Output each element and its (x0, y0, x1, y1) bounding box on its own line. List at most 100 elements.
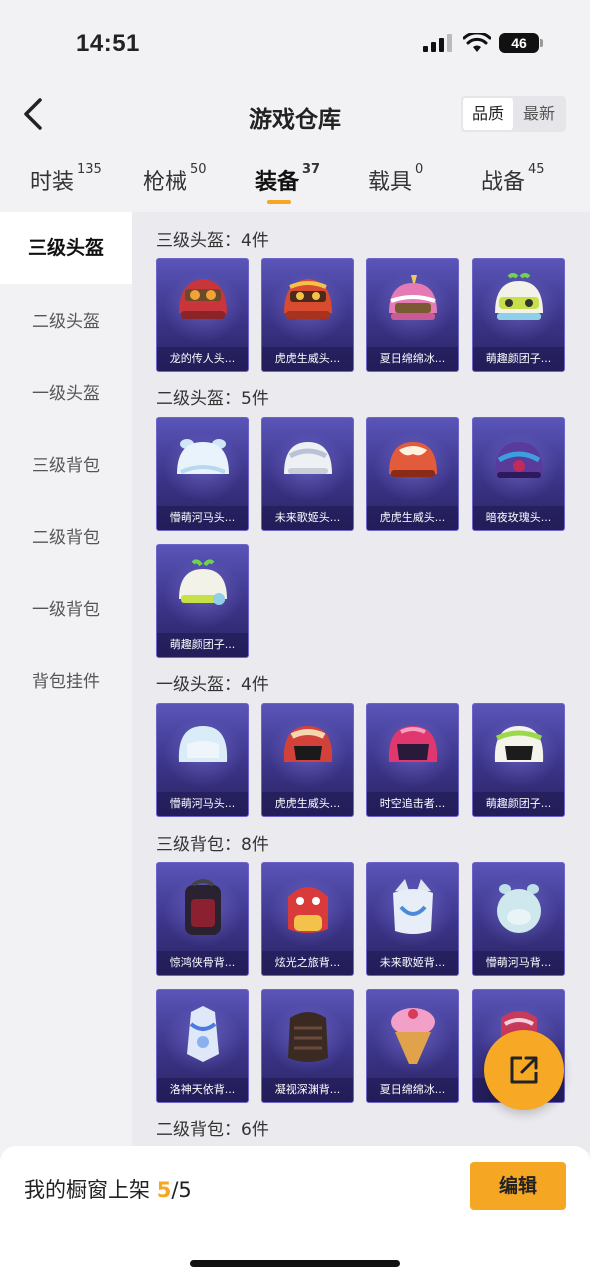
sidebar-item-level1-helmet[interactable]: 一级头盔 (0, 358, 132, 430)
tab-label: 枪械 (143, 170, 188, 195)
tab-fashion[interactable]: 时装135 (30, 162, 102, 196)
backpack-icon (393, 879, 433, 934)
item-card[interactable]: 虎虎生威头... (366, 417, 459, 531)
wifi-icon (463, 33, 491, 52)
item-card[interactable]: 夏日绵绵冰... (366, 258, 459, 372)
backpack-icon (391, 1008, 435, 1064)
item-card[interactable]: 凝视深渊背... (261, 989, 354, 1103)
item-name: 虎虎生威头... (367, 506, 458, 530)
item-name: 未来歌姬背... (367, 951, 458, 975)
item-card[interactable]: 未来歌姬头... (261, 417, 354, 531)
helmet-icon (389, 275, 437, 320)
section-title: 二级头盔：5件 (156, 389, 269, 409)
showcase-label: 我的橱窗上架 (24, 1178, 150, 1202)
active-tab-indicator (267, 200, 291, 204)
helmet-icon (389, 442, 437, 477)
helmet-icon (283, 726, 333, 762)
item-card[interactable]: 虎虎生威头... (261, 703, 354, 817)
clock: 14:51 (76, 30, 140, 57)
item-name: 懵萌河马头... (157, 792, 248, 816)
tab-supplies[interactable]: 战备45 (481, 162, 545, 196)
item-name: 夏日绵绵冰... (367, 1078, 458, 1102)
item-card[interactable]: 懵萌河马背... (472, 862, 565, 976)
sort-newest-button[interactable]: 最新 (514, 98, 564, 130)
item-card[interactable]: 懵萌河马头... (156, 703, 249, 817)
item-name: 夏日绵绵冰... (367, 347, 458, 371)
item-name: 未来歌姬头... (262, 506, 353, 530)
sort-toggle: 品质 最新 (461, 96, 566, 132)
item-card[interactable]: 惊鸿侠骨背... (156, 862, 249, 976)
backpack-icon (288, 887, 328, 933)
item-card[interactable]: 夏日绵绵冰... (366, 989, 459, 1103)
item-name: 凝视深渊背... (262, 1078, 353, 1102)
edit-button[interactable]: 编辑 (470, 1162, 566, 1210)
sidebar-item-level2-backpack[interactable]: 二级背包 (0, 502, 132, 574)
status-bar: 14:51 46 (0, 0, 590, 88)
tab-count: 50 (190, 162, 207, 177)
helmet-icon (284, 279, 332, 319)
helmet-icon (179, 279, 227, 319)
category-tabs: 时装135 枪械50 装备37 载具0 战备45 (0, 156, 590, 212)
helmet-icon (495, 273, 543, 320)
item-name: 萌趣颜团子... (473, 347, 564, 371)
item-card[interactable]: 懵萌河马头... (156, 417, 249, 531)
tab-label: 载具 (368, 170, 413, 195)
sidebar-item-level1-backpack[interactable]: 一级背包 (0, 574, 132, 646)
item-name: 懵萌河马背... (473, 951, 564, 975)
home-indicator (190, 1260, 400, 1267)
item-name: 洛神天依背... (157, 1078, 248, 1102)
tab-count: 45 (528, 162, 545, 177)
helmet-icon (284, 442, 332, 474)
sidebar-item-backpack-charm[interactable]: 背包挂件 (0, 646, 132, 718)
item-name: 惊鸿侠骨背... (157, 951, 248, 975)
sort-quality-button[interactable]: 品质 (463, 98, 513, 130)
item-name: 炫光之旅背... (262, 951, 353, 975)
section-title: 三级背包：8件 (156, 835, 269, 855)
item-card[interactable]: 萌趣颜团子... (156, 544, 249, 658)
tab-label: 时装 (30, 170, 75, 195)
item-card[interactable]: 洛神天依背... (156, 989, 249, 1103)
nav-header: 游戏仓库 品质 最新 (0, 88, 590, 140)
share-float-button[interactable] (484, 1030, 564, 1110)
cellular-signal-icon (423, 34, 452, 52)
tab-label: 战备 (481, 170, 526, 195)
tab-count: 135 (77, 162, 102, 177)
item-card[interactable]: 萌趣颜团子... (472, 703, 565, 817)
showcase-current: 5 (156, 1178, 172, 1202)
backpack-icon (288, 1012, 328, 1062)
helmet-icon (178, 726, 228, 762)
section-title: 三级头盔：4件 (156, 231, 269, 251)
sidebar: 三级头盔 二级头盔 一级头盔 三级背包 二级背包 一级背包 背包挂件 (0, 212, 132, 1152)
backpack-icon (185, 879, 221, 935)
sidebar-item-level3-backpack[interactable]: 三级背包 (0, 430, 132, 502)
item-name: 暗夜玫瑰头... (473, 506, 564, 530)
item-name: 萌趣颜团子... (157, 633, 248, 657)
item-name: 虎虎生威头... (262, 347, 353, 371)
tab-vehicles[interactable]: 载具0 (368, 162, 424, 196)
battery-nub (540, 39, 543, 47)
item-card[interactable]: 萌趣颜团子... (472, 258, 565, 372)
item-name: 虎虎生威头... (262, 792, 353, 816)
backpack-icon (187, 1006, 219, 1062)
item-card[interactable]: 龙的传人头... (156, 258, 249, 372)
backpack-icon (497, 884, 541, 933)
item-name: 萌趣颜团子... (473, 792, 564, 816)
showcase-count: 我的橱窗上架 5/5 (24, 1174, 192, 1204)
section-title: 一级头盔：4件 (156, 675, 269, 695)
helmet-icon (495, 442, 543, 478)
battery-icon: 46 (499, 33, 539, 53)
tab-weapons[interactable]: 枪械50 (143, 162, 207, 196)
tab-equipment[interactable]: 装备37 (255, 162, 320, 196)
item-card[interactable]: 虎虎生威头... (261, 258, 354, 372)
sidebar-item-level3-helmet[interactable]: 三级头盔 (0, 212, 132, 284)
helmet-icon (179, 559, 227, 605)
tab-count: 0 (415, 162, 424, 177)
sidebar-item-level2-helmet[interactable]: 二级头盔 (0, 286, 132, 358)
item-card[interactable]: 时空追击者... (366, 703, 459, 817)
item-card[interactable]: 未来歌姬背... (366, 862, 459, 976)
item-card[interactable]: 炫光之旅背... (261, 862, 354, 976)
item-card[interactable]: 暗夜玫瑰头... (472, 417, 565, 531)
helmet-icon (177, 439, 229, 474)
share-external-icon (510, 1056, 538, 1084)
item-name: 龙的传人头... (157, 347, 248, 371)
